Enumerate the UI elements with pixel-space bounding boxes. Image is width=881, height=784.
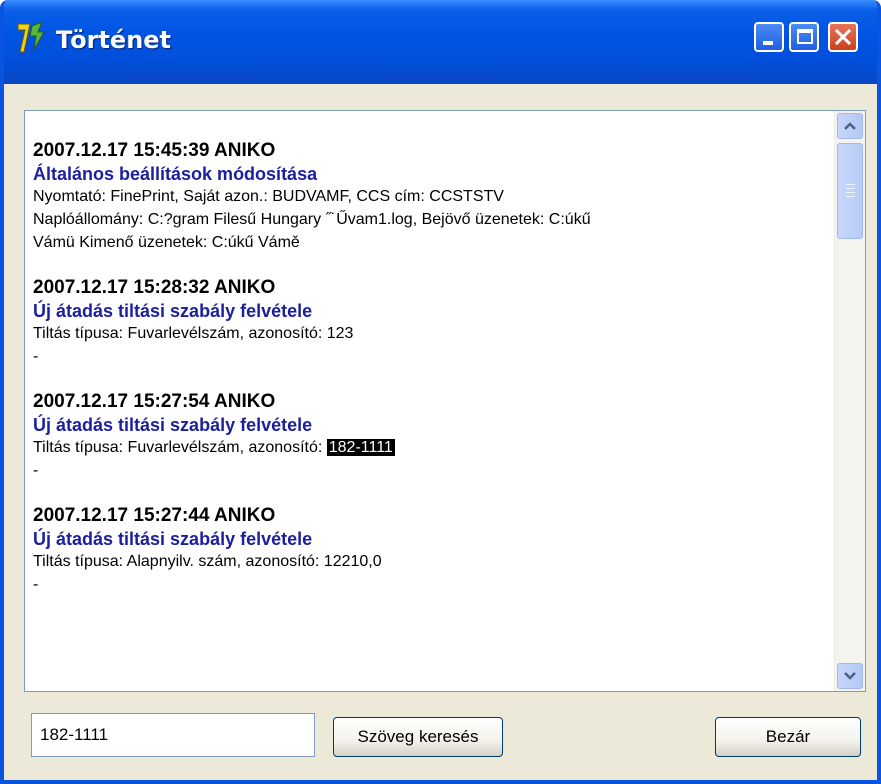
entry-detail-prefix: Tiltás típusa: Fuvarlevélszám, azonosító… xyxy=(33,439,327,456)
entry-title: Új átadás tiltási szabály felvétele xyxy=(33,529,313,549)
log-entry: 2007.12.17 15:45:39 ANIKO Általános beál… xyxy=(33,139,833,254)
entry-detail-value: 12210,0 xyxy=(323,553,382,570)
close-button[interactable]: Bezár xyxy=(715,717,861,757)
search-match-highlight: 182-1111 xyxy=(326,439,395,456)
entry-timestamp-user: 2007.12.17 15:28:32 ANIKO xyxy=(33,277,276,298)
entry-trailer: - xyxy=(33,576,39,593)
maximize-icon xyxy=(797,29,813,44)
close-icon xyxy=(834,28,852,46)
entry-detail-prefix: Tiltás típusa: Fuvarlevélszám, azonosító… xyxy=(33,325,327,342)
thumb-grip-line xyxy=(846,192,855,193)
entry-title: Új átadás tiltási szabály felvétele xyxy=(33,415,313,435)
entry-timestamp-user: 2007.12.17 15:27:44 ANIKO xyxy=(33,505,276,526)
entry-trailer: - xyxy=(33,348,39,365)
thumb-grip-line xyxy=(846,196,855,197)
entry-detail-line: Nyomtató: FinePrint, Saját azon.: BUDVAM… xyxy=(33,188,504,205)
thumb-grip-line xyxy=(846,188,855,189)
window-title: Történet xyxy=(56,26,172,54)
entry-timestamp-user: 2007.12.17 15:27:54 ANIKO xyxy=(33,391,276,412)
log-entry: 2007.12.17 15:27:44 ANIKO Új átadás tilt… xyxy=(33,504,833,596)
chevron-down-icon xyxy=(844,672,856,680)
minimize-icon xyxy=(763,41,773,45)
log-entry: 2007.12.17 15:27:54 ANIKO Új átadás tilt… xyxy=(33,390,833,482)
minimize-button[interactable] xyxy=(754,22,784,52)
history-log-box[interactable]: 2007.12.17 15:45:39 ANIKO Általános beál… xyxy=(24,110,866,692)
entry-trailer: - xyxy=(33,462,39,479)
log-entry: 2007.12.17 15:28:32 ANIKO Új átadás tilt… xyxy=(33,276,833,368)
scroll-up-button[interactable] xyxy=(837,113,863,139)
maximize-button[interactable] xyxy=(789,22,819,52)
entry-detail-line: Tiltás típusa: Fuvarlevélszám, azonosító… xyxy=(33,436,833,459)
app-logo-icon xyxy=(17,21,45,53)
entry-detail-line: Vámü Kimenő üzenetek: C:úkű Vámě xyxy=(33,234,300,251)
thumb-grip-line xyxy=(846,184,855,185)
entry-detail-line: Tiltás típusa: Fuvarlevélszám, azonosító… xyxy=(33,322,833,345)
entry-title: Új átadás tiltási szabály felvétele xyxy=(33,301,313,321)
search-input[interactable] xyxy=(31,713,315,757)
close-window-button[interactable] xyxy=(828,22,858,52)
entry-title: Általános beállítások módosítása xyxy=(33,164,318,184)
entry-detail-line: Tiltás típusa: Alapnyilv. szám, azonosít… xyxy=(33,550,833,573)
vertical-scrollbar[interactable] xyxy=(834,111,865,691)
entry-detail-line: Naplóállomány: C:?gram Filesű Hungary ˝˙… xyxy=(33,211,591,228)
history-log: 2007.12.17 15:45:39 ANIKO Általános beál… xyxy=(33,139,833,618)
scrollbar-thumb[interactable] xyxy=(837,143,863,239)
search-text-button[interactable]: Szöveg keresés xyxy=(333,717,503,757)
chevron-up-icon xyxy=(844,122,856,130)
entry-detail-prefix: Tiltás típusa: Alapnyilv. szám, azonosít… xyxy=(33,553,324,570)
entry-detail-value: 123 xyxy=(326,325,354,342)
scroll-down-button[interactable] xyxy=(837,663,863,689)
entry-timestamp-user: 2007.12.17 15:45:39 ANIKO xyxy=(33,140,276,161)
title-bar[interactable]: Történet xyxy=(4,0,877,84)
